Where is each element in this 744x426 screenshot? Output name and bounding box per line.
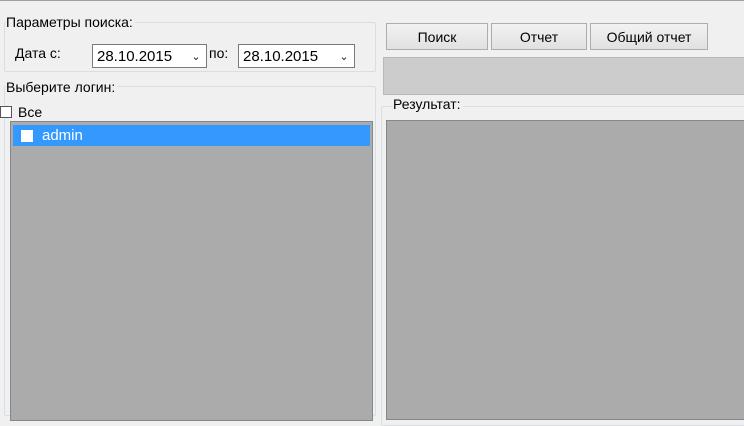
search-params-title: Параметры поиска: xyxy=(6,14,135,30)
login-select-title: Выберите логин: xyxy=(6,79,118,95)
date-to-value: 28.10.2015 xyxy=(243,47,319,65)
window-top-border xyxy=(0,0,744,1)
list-item[interactable]: admin xyxy=(13,125,370,146)
date-from-picker[interactable]: 28.10.2015 ⌄ xyxy=(92,44,207,68)
login-listbox[interactable]: admin xyxy=(10,121,373,421)
report-button[interactable]: Отчет xyxy=(491,23,587,50)
checkbox-icon[interactable] xyxy=(0,106,12,118)
select-all-label: Все xyxy=(18,104,43,120)
login-item-label: admin xyxy=(42,127,83,144)
checkbox-icon[interactable] xyxy=(21,129,33,142)
general-report-button[interactable]: Общий отчет xyxy=(590,23,708,50)
search-button[interactable]: Поиск xyxy=(386,23,488,50)
results-panel[interactable] xyxy=(386,120,744,420)
date-to-picker[interactable]: 28.10.2015 ⌄ xyxy=(238,44,355,68)
results-title: Результат: xyxy=(393,96,463,112)
date-from-label: Дата с: xyxy=(15,45,61,61)
select-all-checkbox[interactable]: Все xyxy=(0,104,42,120)
chevron-down-icon[interactable]: ⌄ xyxy=(336,50,352,63)
date-from-value: 28.10.2015 xyxy=(97,47,173,65)
status-panel xyxy=(383,57,744,95)
chevron-down-icon[interactable]: ⌄ xyxy=(188,50,204,63)
date-to-label: по: xyxy=(209,45,229,61)
